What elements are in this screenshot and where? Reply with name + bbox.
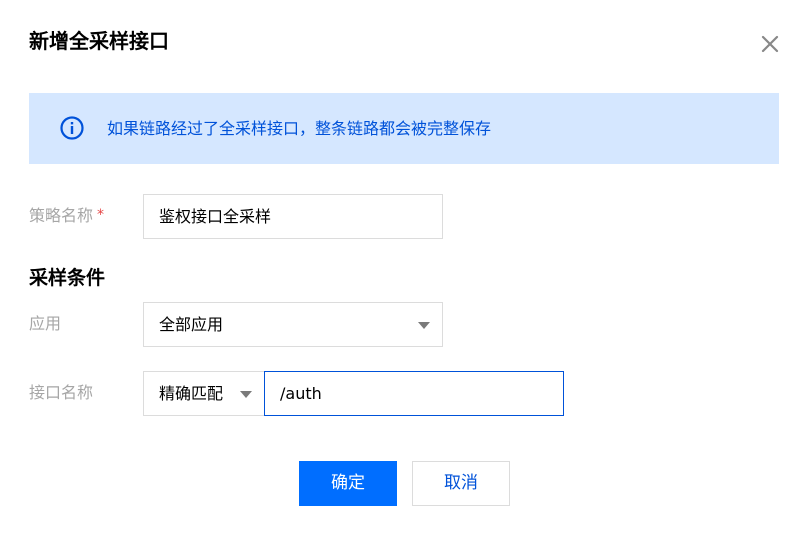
application-select-value: 全部应用 <box>159 315 224 334</box>
cancel-button[interactable]: 取消 <box>412 461 510 506</box>
dialog-title: 新增全采样接口 <box>29 29 169 53</box>
strategy-name-value: 鉴权接口全采样 <box>159 207 272 226</box>
application-label: 应用 <box>29 314 62 333</box>
chevron-down-icon <box>240 391 252 398</box>
close-button[interactable] <box>756 30 784 58</box>
interface-path-input[interactable]: /auth <box>264 371 564 416</box>
interface-name-label: 接口名称 <box>29 383 94 402</box>
match-mode-value: 精确匹配 <box>159 384 224 403</box>
close-icon <box>761 35 779 53</box>
info-banner: 如果链路经过了全采样接口，整条链路都会被完整保存 <box>29 93 779 164</box>
strategy-name-input[interactable]: 鉴权接口全采样 <box>143 194 443 239</box>
chevron-down-icon <box>418 322 430 329</box>
confirm-button[interactable]: 确定 <box>299 461 397 506</box>
sampling-conditions-heading: 采样条件 <box>29 267 106 289</box>
strategy-name-label-text: 策略名称 <box>29 206 94 225</box>
info-icon <box>60 116 84 140</box>
match-mode-select[interactable]: 精确匹配 <box>143 371 265 416</box>
strategy-name-label: 策略名称 * <box>29 203 104 230</box>
info-message: 如果链路经过了全采样接口，整条链路都会被完整保存 <box>107 119 492 138</box>
interface-path-value: /auth <box>280 384 322 403</box>
required-marker: * <box>97 207 105 223</box>
application-select[interactable]: 全部应用 <box>143 302 443 347</box>
